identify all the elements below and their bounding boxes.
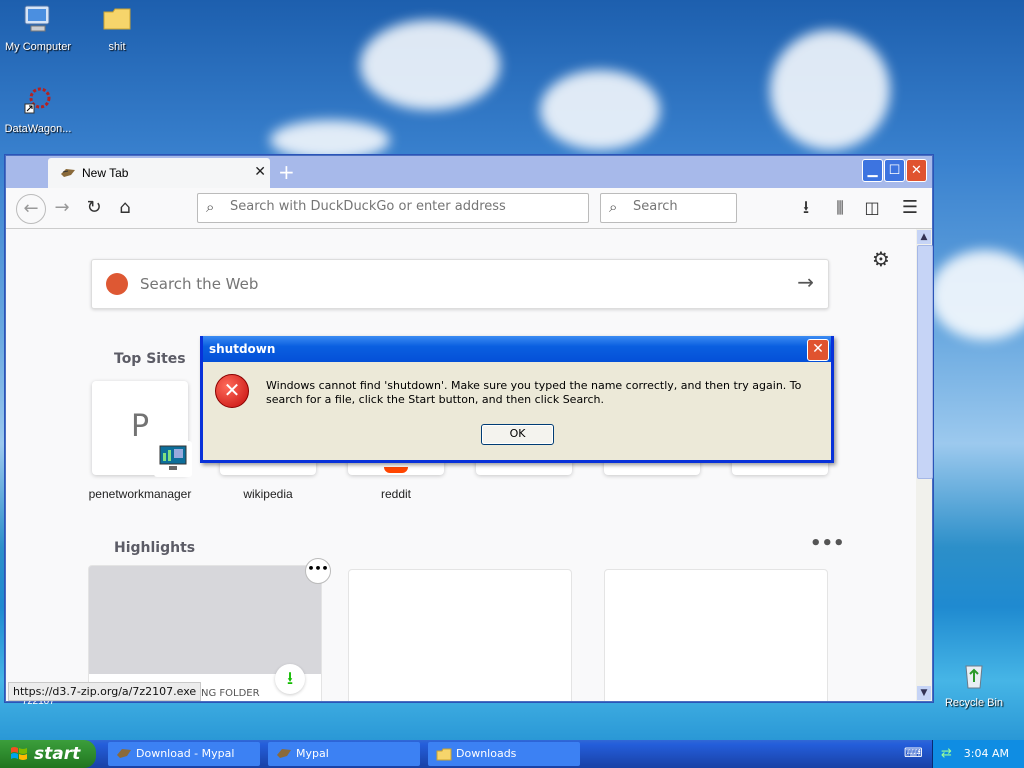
desktop-icon-my-computer[interactable]: My Computer <box>0 4 76 53</box>
cloud <box>270 120 390 160</box>
dialog-message: Windows cannot find 'shutdown'. Make sur… <box>266 379 802 406</box>
desktop-icon-label: DataWagon... <box>4 123 72 135</box>
top-sites-heading: Top Sites <box>114 351 186 367</box>
search-box[interactable]: ⌕ <box>600 193 737 223</box>
search-icon: ⌕ <box>609 198 618 216</box>
downloads-icon[interactable]: ⭳ <box>794 196 818 220</box>
cloud <box>930 250 1024 340</box>
scroll-down-icon[interactable]: ▼ <box>917 686 931 700</box>
system-tray: ⇄ 3:04 AM <box>932 740 1024 768</box>
gear-icon[interactable]: ⚙ <box>872 247 890 271</box>
search-input[interactable] <box>631 198 735 215</box>
search-icon: ⌕ <box>206 198 215 216</box>
error-icon: ✕ <box>215 374 249 408</box>
top-site-label[interactable]: penetworkmanager <box>75 487 205 501</box>
error-dialog: shutdown ✕ ✕ Windows cannot find 'shutdo… <box>200 336 834 463</box>
taskbar: start Download - Mypal Mypal Downloads ⌨… <box>0 740 1024 768</box>
highlight-card[interactable] <box>604 569 828 701</box>
network-tray-icon[interactable]: ⇄ <box>941 746 952 761</box>
folder-icon <box>103 8 131 30</box>
dialog-close-button[interactable]: ✕ <box>807 339 829 361</box>
highlight-card[interactable] <box>348 569 572 701</box>
top-site-label[interactable]: wikipedia <box>203 487 333 501</box>
desktop-icon-label: shit <box>108 41 126 53</box>
start-label: start <box>34 744 81 764</box>
computer-icon <box>24 5 50 32</box>
library-icon[interactable]: ⫼ <box>828 196 852 220</box>
folder-icon <box>436 748 452 761</box>
minimize-button[interactable]: ▁ <box>862 159 883 182</box>
card-caption: NG FOLDER <box>201 688 260 699</box>
taskbar-item-label: Mypal <box>296 747 329 760</box>
back-button[interactable]: ← <box>16 194 46 224</box>
more-options-icon[interactable]: ••• <box>810 533 845 554</box>
start-button[interactable]: start <box>0 740 96 768</box>
duckduckgo-icon <box>106 273 128 295</box>
card-menu-icon[interactable]: ••• <box>305 558 331 584</box>
mypal-icon <box>277 749 291 758</box>
desktop-icon-folder[interactable]: shit <box>79 4 155 53</box>
status-link-url: https://d3.7-zip.org/a/7z2107.exe <box>8 682 202 701</box>
web-search-box[interactable]: → <box>91 259 829 309</box>
clock[interactable]: 3:04 AM <box>964 740 1009 768</box>
nav-toolbar: ← → ↻ ⌂ ⌕ ⌕ ⭳ ⫼ ◫ ☰ <box>6 188 932 229</box>
top-site-tile[interactable]: P <box>92 381 192 477</box>
datawagon-icon <box>24 87 51 114</box>
web-search-input[interactable] <box>138 274 742 294</box>
dialog-title[interactable]: shutdown <box>203 336 831 362</box>
mypal-favicon-icon <box>61 169 75 177</box>
scrollbar-thumb[interactable] <box>917 245 933 479</box>
address-input[interactable] <box>228 198 572 215</box>
cloud <box>540 70 660 150</box>
recycle-bin-icon <box>965 665 983 689</box>
home-button[interactable]: ⌂ <box>113 196 137 220</box>
cloud <box>770 30 890 150</box>
highlight-card[interactable]: ••• NG FOLDER ⭳ <box>88 558 331 701</box>
taskbar-item-mypal[interactable]: Mypal <box>268 742 420 766</box>
new-tab-button[interactable]: + <box>278 160 295 184</box>
address-bar[interactable]: ⌕ <box>197 193 589 223</box>
forward-button[interactable]: → <box>50 196 74 220</box>
reload-button[interactable]: ↻ <box>82 196 106 220</box>
maximize-button[interactable]: ☐ <box>884 159 905 182</box>
network-manager-icon <box>154 441 192 477</box>
keyboard-icon[interactable]: ⌨ <box>904 746 923 761</box>
desktop-icon-label: Recycle Bin <box>944 697 1004 709</box>
tab-title: New Tab <box>82 166 129 180</box>
taskbar-item-label: Download - Mypal <box>136 747 235 760</box>
cloud <box>360 20 500 110</box>
desktop-icon-datawagon[interactable]: DataWagon... <box>0 86 76 135</box>
taskbar-item-downloads[interactable]: Downloads <box>428 742 580 766</box>
scroll-up-icon[interactable]: ▲ <box>917 230 931 244</box>
menu-icon[interactable]: ☰ <box>898 196 922 220</box>
mypal-icon <box>117 749 131 758</box>
windows-logo-icon <box>11 747 27 760</box>
vertical-scrollbar[interactable]: ▲ ▼ <box>916 229 933 701</box>
highlights-heading: Highlights <box>114 540 196 556</box>
desktop-icon-label: My Computer <box>4 41 72 53</box>
close-window-button[interactable]: ✕ <box>906 159 927 182</box>
desktop-icon-recycle-bin[interactable]: Recycle Bin <box>936 660 1012 709</box>
browser-titlebar[interactable]: New Tab ✕ + ▁ ☐ ✕ <box>6 156 932 188</box>
download-icon: ⭳ <box>275 664 305 694</box>
tab-new-tab[interactable]: New Tab ✕ <box>48 158 270 188</box>
close-tab-icon[interactable]: ✕ <box>254 164 266 180</box>
top-site-label[interactable]: reddit <box>331 487 461 501</box>
taskbar-item-label: Downloads <box>456 747 517 760</box>
sidebar-icon[interactable]: ◫ <box>860 196 884 220</box>
site-letter: P <box>130 409 150 444</box>
new-tab-page: → ⚙ Top Sites P penetworkmanager wikiped… <box>6 229 916 701</box>
ok-button[interactable]: OK <box>481 424 554 445</box>
taskbar-item-download-mypal[interactable]: Download - Mypal <box>108 742 260 766</box>
arrow-right-icon[interactable]: → <box>797 270 814 294</box>
reddit-icon <box>384 467 408 473</box>
